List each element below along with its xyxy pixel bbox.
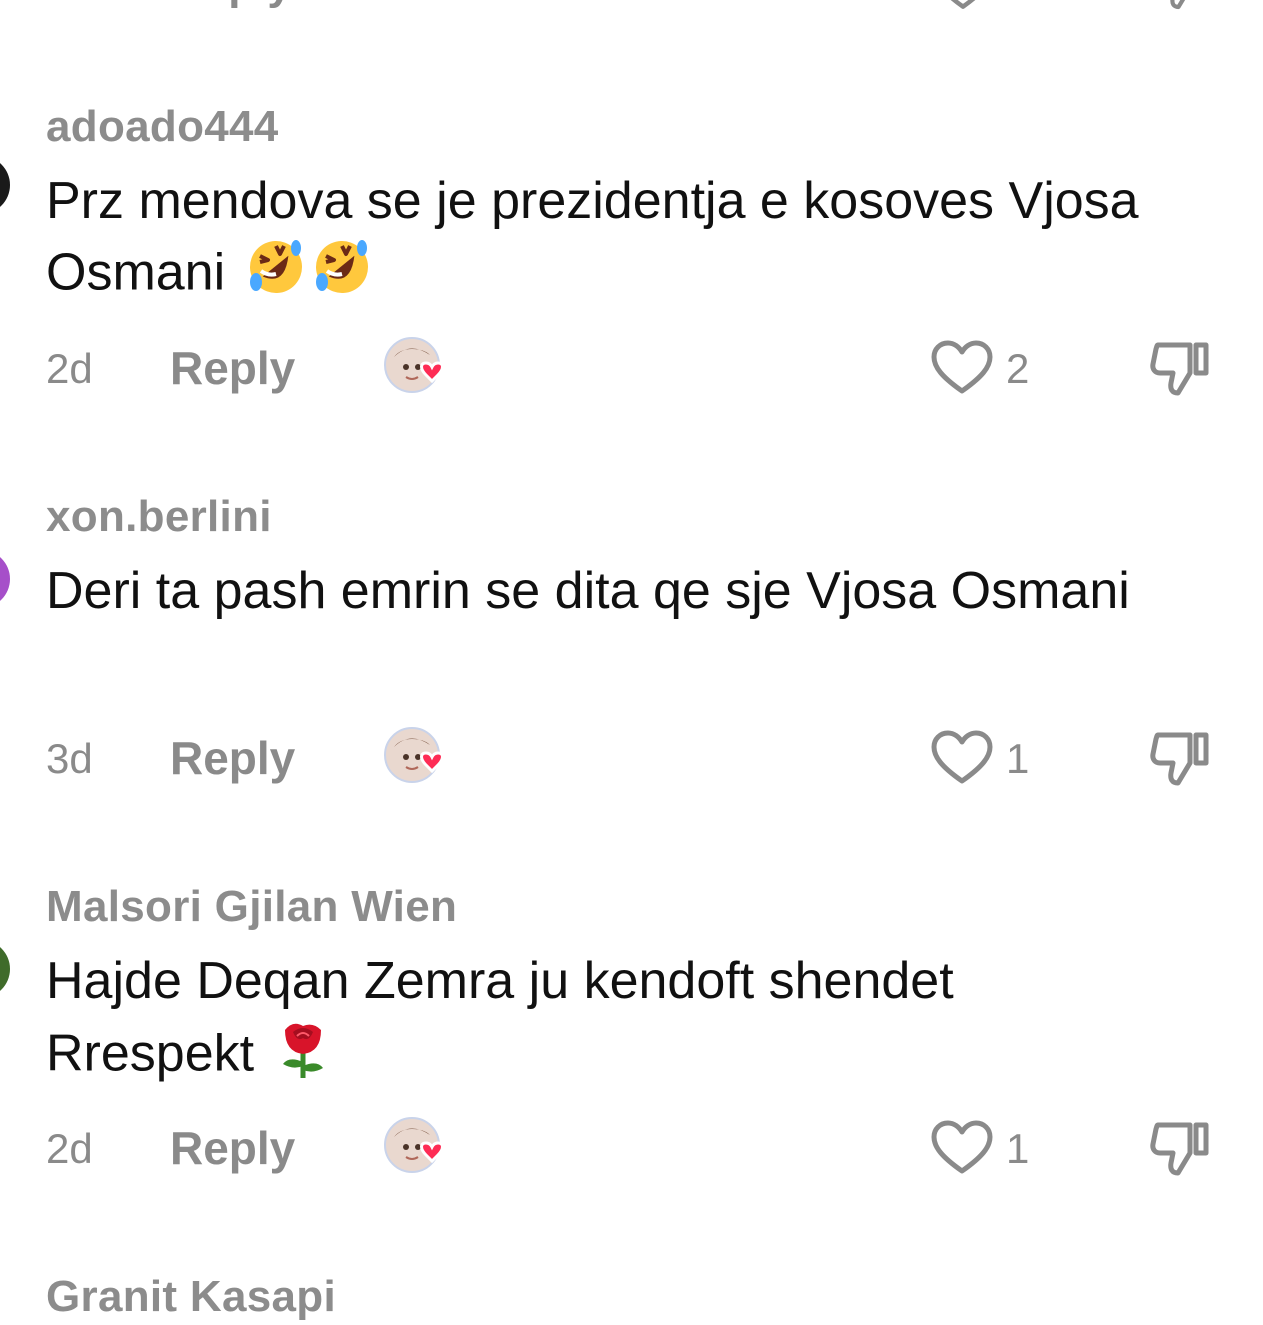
comment-body: Hajde Deqan Zemra ju kendoft shendet Rre…	[46, 952, 954, 1083]
reply-button[interactable]: Reply	[170, 341, 295, 395]
reply-button[interactable]: Reply	[170, 1121, 295, 1175]
comment-actions: 3d Reply 1	[0, 725, 1263, 795]
comment-username[interactable]: adoado444	[46, 102, 279, 152]
comment-text: Hajde Deqan Zemra ju kendoft shendet Rre…	[46, 946, 1166, 1098]
heart-outline-icon[interactable]	[930, 1119, 994, 1177]
comment-time: 2d	[46, 1125, 93, 1172]
dislike-icon[interactable]	[1150, 0, 1212, 12]
comment-time: 3d	[46, 735, 93, 782]
rose-emoji-icon	[275, 1016, 331, 1098]
heart-outline-icon[interactable]	[930, 339, 994, 397]
creator-liked-avatar-icon	[384, 727, 444, 783]
like-count: 1	[1006, 1125, 1030, 1172]
like-count: 1	[1006, 735, 1030, 782]
comment-body: Deri ta pash emrin se dita qe sje Vjosa …	[46, 562, 1130, 620]
laughing-emoji-icon	[246, 236, 376, 316]
comment-text: Deri ta pash emrin se dita qe sje Vjosa …	[46, 556, 1166, 626]
dislike-icon[interactable]	[1148, 727, 1214, 789]
dislike-icon[interactable]	[1148, 1117, 1214, 1179]
avatar[interactable]	[0, 156, 10, 214]
comment-actions: 2d Reply 2	[0, 335, 1263, 405]
heart-outline-icon[interactable]	[932, 0, 994, 12]
comment-actions: 2d Reply 1	[0, 1115, 1263, 1185]
comment-username[interactable]: Granit Kasapi	[46, 1272, 336, 1322]
reply-button[interactable]: Reply	[172, 0, 292, 10]
comments-screen: Reply adoado444 Prz mendova se je prezid…	[0, 0, 1263, 1325]
comment-username[interactable]: Malsori Gjilan Wien	[46, 882, 457, 932]
creator-liked-avatar-icon	[384, 1117, 444, 1173]
dislike-icon[interactable]	[1148, 337, 1214, 399]
comment-username[interactable]: xon.berlini	[46, 492, 272, 542]
avatar[interactable]	[0, 550, 10, 608]
previous-comment-actions: Reply	[0, 0, 1263, 12]
creator-liked-avatar-icon	[384, 337, 444, 393]
avatar[interactable]	[0, 940, 10, 998]
heart-outline-icon[interactable]	[930, 729, 994, 787]
comment-text: Prz mendova se je prezidentja e kosoves …	[46, 166, 1166, 316]
reply-button[interactable]: Reply	[170, 731, 295, 785]
comment-time: 2d	[46, 345, 93, 392]
like-count: 2	[1006, 345, 1030, 392]
comment-body: Prz mendova se je prezidentja e kosoves …	[46, 172, 1139, 302]
